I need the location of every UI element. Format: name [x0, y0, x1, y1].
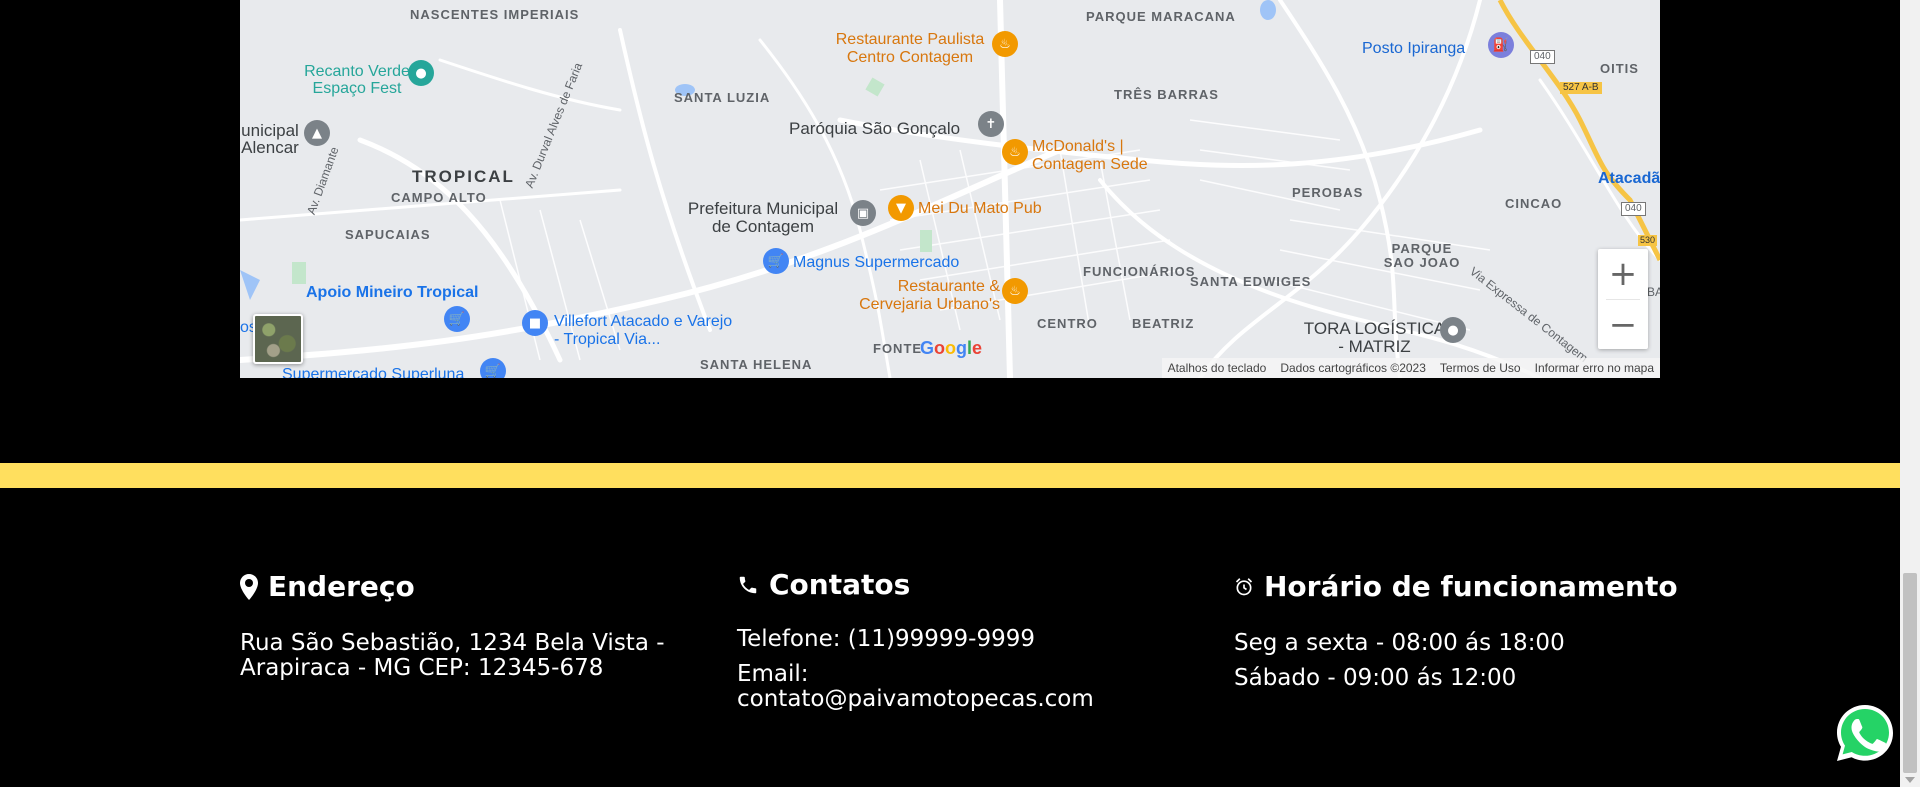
area-centro: CENTRO [1037, 316, 1098, 331]
poi-tora-label[interactable]: TORA LOGÍSTICA - MATRIZ [1302, 320, 1447, 356]
location-map[interactable]: NASCENTES IMPERIAIS PARQUE MARACANA OITI… [240, 0, 1660, 378]
alarm-clock-icon [1235, 577, 1253, 595]
area-sapucaias: SAPUCAIAS [345, 227, 431, 242]
map-attribution: Atalhos do teclado Dados cartográficos ©… [1161, 358, 1660, 378]
saturday-hours: Sábado - 09:00 ás 12:00 [1234, 665, 1517, 691]
gas-station-icon[interactable]: ⛽ [1488, 32, 1514, 58]
terms-link[interactable]: Termos de Uso [1440, 361, 1521, 375]
page-scrollbar[interactable] [1900, 0, 1920, 787]
poi-municipal-label[interactable]: unicipal Alencar [240, 122, 300, 156]
road-label-ba: BA [1647, 285, 1660, 299]
area-santa-luzia: SANTA LUZIA [674, 90, 771, 105]
address-title: Endereço [268, 570, 415, 603]
restaurant-icon[interactable]: ♨ [992, 31, 1018, 57]
report-error-link[interactable]: Informar erro no mapa [1535, 361, 1654, 375]
whatsapp-button[interactable] [1817, 701, 1913, 765]
area-parque-sao-joao: PARQUE SAO JOAO [1383, 241, 1461, 270]
area-santa-helena: SANTA HELENA [700, 357, 813, 372]
poi-apoio-label[interactable]: Apoio Mineiro Tropical [306, 285, 478, 301]
poi-restaurante-urbano-label[interactable]: Restaurante & Cervejaria Urbano's [840, 278, 1000, 314]
address-text: Rua São Sebastião, 1234 Bela Vista - Ara… [240, 630, 665, 681]
road-shield-530: 530 [1638, 235, 1658, 246]
restaurant-icon[interactable]: ♨ [1002, 278, 1028, 304]
shopping-cart-icon[interactable]: 🛒 [444, 306, 470, 332]
area-funcionarios: FUNCIONÁRIOS [1083, 264, 1196, 279]
keyboard-shortcuts-link[interactable]: Atalhos do teclado [1168, 361, 1267, 375]
shopping-cart-icon[interactable]: 🛒 [480, 358, 506, 378]
ticket-icon[interactable]: ● [408, 60, 434, 86]
road-shield-040-2: 040 [1621, 202, 1646, 216]
accent-divider [0, 463, 1900, 488]
area-santa-edwiges: SANTA EDWIGES [1190, 274, 1312, 289]
hours-heading: Horário de funcionamento [1234, 570, 1694, 603]
shopping-cart-icon[interactable]: 🛒 [763, 248, 789, 274]
restaurant-icon[interactable]: ♨ [1002, 139, 1028, 165]
whatsapp-icon [1837, 705, 1893, 761]
map-data-text: Dados cartográficos ©2023 [1280, 361, 1426, 375]
road-shield-527: 527 A-B [1560, 82, 1602, 94]
scroll-down-arrow[interactable] [1905, 777, 1915, 783]
weekday-hours: Seg a sexta - 08:00 ás 18:00 [1234, 630, 1565, 656]
area-tropical: TROPICAL [412, 167, 515, 186]
zoom-controls: + − [1598, 249, 1648, 349]
address-heading: Endereço [240, 570, 670, 603]
poi-superluna-label[interactable]: Supermercado Superluna [282, 367, 464, 379]
road-shield-040: 040 [1530, 50, 1555, 64]
location-icon[interactable]: ● [1440, 317, 1466, 343]
poi-posto-ipiranga-label[interactable]: Posto Ipiranga [1362, 41, 1465, 57]
zoom-in-button[interactable]: + [1598, 249, 1648, 299]
poi-restaurante-paulista-label[interactable]: Restaurante Paulista Centro Contagem [825, 31, 995, 67]
contacts-section: Contatos Telefone: (11)99999-9999 Email:… [737, 568, 1167, 712]
area-campo-alto: CAMPO ALTO [391, 190, 487, 205]
government-icon[interactable]: ▣ [850, 200, 876, 226]
church-icon[interactable]: ✝ [978, 111, 1004, 137]
poi-magnus-label[interactable]: Magnus Supermercado [793, 255, 959, 271]
poi-paroquia-label[interactable]: Paróquia São Gonçalo [789, 120, 960, 137]
bar-icon[interactable]: ▼ [888, 195, 914, 221]
area-beatriz: BEATRIZ [1132, 316, 1195, 331]
scrollbar-thumb[interactable] [1903, 573, 1917, 773]
phone-text[interactable]: Telefone: (11)99999-9999 [737, 627, 1167, 652]
area-nascentes-imperiais: NASCENTES IMPERIAIS [410, 7, 580, 22]
satellite-toggle-button[interactable] [253, 314, 303, 364]
school-icon[interactable]: ▲ [304, 120, 330, 146]
area-perobas: PEROBAS [1292, 185, 1364, 200]
hours-section: Horário de funcionamento Seg a sexta - 0… [1234, 570, 1694, 691]
shopping-bag-icon[interactable]: ■ [522, 310, 548, 336]
poi-villefort-label[interactable]: Villefort Atacado e Varejo - Tropical Vi… [554, 313, 734, 349]
zoom-out-button[interactable]: − [1598, 300, 1648, 350]
map-pin-icon [240, 573, 258, 600]
poi-meidu-label[interactable]: Mei Du Mato Pub [918, 201, 1042, 217]
google-logo: Google [920, 338, 983, 358]
address-section: Endereço Rua São Sebastião, 1234 Bela Vi… [240, 570, 670, 681]
area-parque-maracana: PARQUE MARACANA [1086, 9, 1236, 24]
area-cincao: CINCAO [1505, 196, 1563, 211]
hours-title: Horário de funcionamento [1264, 570, 1678, 603]
area-tres-barras: TRÊS BARRAS [1114, 87, 1219, 102]
contacts-heading: Contatos [737, 568, 1167, 601]
poi-recanto-label[interactable]: Recanto Verde Espaço Fest [292, 63, 422, 97]
area-oitis: OITIS [1600, 61, 1639, 76]
contacts-title: Contatos [769, 568, 911, 601]
email-text[interactable]: Email: contato@paivamotopecas.com [737, 662, 1167, 712]
area-fonte: FONTE [873, 341, 923, 356]
poi-atacada-label[interactable]: Atacadã [1598, 171, 1660, 187]
phone-icon [739, 576, 757, 593]
poi-prefeitura-label[interactable]: Prefeitura Municipal de Contagem [678, 200, 848, 236]
poi-mcdonalds-label[interactable]: McDonald's | Contagem Sede [1032, 138, 1172, 174]
